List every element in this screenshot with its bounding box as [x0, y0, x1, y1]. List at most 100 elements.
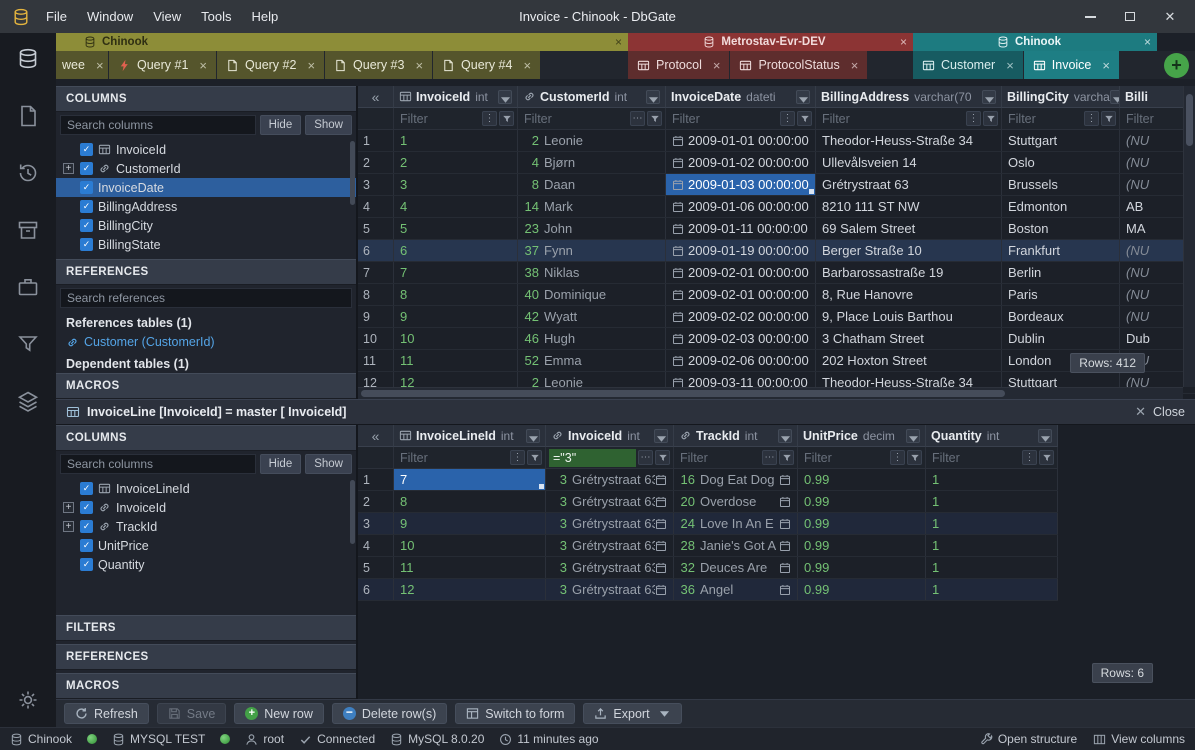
search-columns-input[interactable]: Search columns [60, 454, 256, 474]
grid-row[interactable]: 112Leonie2009-01-01 00:00:00Theodor-Heus… [358, 130, 1195, 152]
column-header-InvoiceLineId[interactable]: InvoiceLineIdint [394, 425, 546, 447]
tab-invoice[interactable]: Invoice× [1024, 51, 1119, 79]
close-icon[interactable]: × [1102, 58, 1110, 73]
grid-row[interactable]: 101046Hugh2009-02-03 00:00:003 Chatham S… [358, 328, 1195, 350]
grid-cell[interactable]: 3Grétrystraat 63 [546, 579, 674, 600]
grid-cell[interactable]: Paris [1002, 284, 1120, 305]
column-tree-item-BillingState[interactable]: ✓BillingState [56, 235, 356, 254]
panel-scrollbar[interactable] [350, 480, 355, 544]
filter-menu-button[interactable]: ⋮ [780, 111, 795, 126]
grid-cell[interactable]: Frankfurt [1002, 240, 1120, 261]
references-section-header[interactable]: REFERENCES [56, 644, 356, 670]
filter-funnel-button[interactable] [797, 111, 812, 126]
grid-cell[interactable]: 8Daan [518, 174, 666, 195]
column-checkbox[interactable]: ✓ [80, 200, 93, 213]
column-menu-button[interactable] [1110, 90, 1120, 104]
tab-group-chinook-2[interactable]: Chinook × [913, 33, 1157, 51]
filter-funnel-button[interactable] [647, 111, 662, 126]
close-icon[interactable]: × [523, 58, 531, 73]
grid-cell[interactable]: Berlin [1002, 262, 1120, 283]
grid-cell[interactable]: Bordeaux [1002, 306, 1120, 327]
expand-toggle[interactable]: + [63, 502, 74, 513]
grid-cell[interactable]: 0.99 [798, 469, 926, 490]
filter-menu-button[interactable]: ⋯ [638, 450, 653, 465]
filter-funnel-button[interactable] [527, 450, 542, 465]
filter-funnel-button[interactable] [655, 450, 670, 465]
grid-cell[interactable]: 36Angel [674, 579, 798, 600]
files-icon[interactable] [15, 103, 41, 129]
column-tree-item-InvoiceDate[interactable]: ✓InvoiceDate [56, 178, 356, 197]
tab-protocolstatus[interactable]: ProtocolStatus× [730, 51, 867, 79]
close-detail-button[interactable]: ✕ Close [1135, 404, 1185, 420]
grid-cell[interactable]: 2009-02-02 00:00:00 [666, 306, 816, 327]
grid-cell[interactable]: 37Fynn [518, 240, 666, 261]
column-menu-button[interactable] [982, 90, 996, 104]
close-icon[interactable]: × [900, 35, 907, 49]
grid-row[interactable]: 5523John2009-01-11 00:00:0069 Salem Stre… [358, 218, 1195, 240]
vertical-scrollbar[interactable] [1183, 86, 1195, 387]
column-checkbox[interactable]: ✓ [80, 219, 93, 232]
grid-row[interactable]: 283Grétrystraat 6320Overdose0.991 [358, 491, 1058, 513]
grid-row[interactable]: 224Bjørn2009-01-02 00:00:00Ullevålsveien… [358, 152, 1195, 174]
hide-button[interactable]: Hide [260, 115, 302, 135]
grid-cell[interactable]: 14Mark [518, 196, 666, 217]
grid-cell[interactable]: 32Deuces Are [674, 557, 798, 578]
column-checkbox[interactable]: ✓ [80, 238, 93, 251]
grid-cell[interactable]: Boston [1002, 218, 1120, 239]
grid-cell[interactable]: 1 [926, 535, 1058, 556]
grid-cell[interactable]: 2009-01-03 00:00:00 [666, 174, 816, 195]
row-number[interactable]: 4 [358, 196, 394, 217]
filter-funnel-button[interactable] [779, 450, 794, 465]
close-icon[interactable]: × [713, 58, 721, 73]
maximize-button[interactable] [1113, 5, 1147, 29]
row-number[interactable]: 6 [358, 240, 394, 261]
grid-cell[interactable]: 20Overdose [674, 491, 798, 512]
grid-cell[interactable]: 2009-01-01 00:00:00 [666, 130, 816, 151]
grid-cell[interactable]: 2009-01-11 00:00:00 [666, 218, 816, 239]
grid-row[interactable]: 4414Mark2009-01-06 00:00:008210 111 ST N… [358, 196, 1195, 218]
filter-funnel-button[interactable] [983, 111, 998, 126]
tab-protocol[interactable]: Protocol× [628, 51, 729, 79]
filter-funnel-button[interactable] [1101, 111, 1116, 126]
minimize-button[interactable] [1073, 5, 1107, 29]
filter-menu-button[interactable]: ⋯ [762, 450, 777, 465]
grid-row[interactable]: 4103Grétrystraat 6328Janie's Got A0.991 [358, 535, 1058, 557]
grid-cell[interactable]: 11 [394, 350, 518, 371]
grid-cell[interactable]: Grétrystraat 63 [816, 174, 1002, 195]
grid-cell[interactable]: 10 [394, 535, 546, 556]
grid-cell[interactable]: 0.99 [798, 579, 926, 600]
grid-cell[interactable]: Stuttgart [1002, 130, 1120, 151]
grid-cell[interactable]: 40Dominique [518, 284, 666, 305]
filter-cell-InvoiceDate[interactable]: Filter⋮ [666, 108, 816, 130]
briefcase-icon[interactable] [15, 274, 41, 300]
filter-cell-Quantity[interactable]: Filter⋮ [926, 447, 1058, 469]
column-tree-item-InvoiceId[interactable]: ✓InvoiceId [56, 140, 356, 159]
grid-cell[interactable]: 2Leonie [518, 130, 666, 151]
grid-cell[interactable]: 1 [926, 491, 1058, 512]
row-number[interactable]: 11 [358, 350, 394, 371]
close-icon[interactable]: × [851, 58, 859, 73]
tab-query-3[interactable]: Query #3× [325, 51, 432, 79]
column-header-Quantity[interactable]: Quantityint [926, 425, 1058, 447]
close-icon[interactable]: × [615, 35, 622, 49]
database-icon[interactable] [15, 46, 41, 72]
grid-row[interactable]: 173Grétrystraat 6316Dog Eat Dog0.991 [358, 469, 1058, 491]
row-number[interactable]: 10 [358, 328, 394, 349]
row-number[interactable]: 1 [358, 130, 394, 151]
grid-cell[interactable]: 2009-02-03 00:00:00 [666, 328, 816, 349]
filter-cell-TrackId[interactable]: Filter⋯ [674, 447, 798, 469]
grid-cell[interactable]: 0.99 [798, 535, 926, 556]
grid-row[interactable]: 9942Wyatt2009-02-02 00:00:009, Place Lou… [358, 306, 1195, 328]
filters-section-header[interactable]: FILTERS [56, 615, 356, 641]
column-checkbox[interactable]: ✓ [80, 539, 93, 552]
row-number[interactable]: 5 [358, 557, 394, 578]
grid-cell[interactable]: 12 [394, 579, 546, 600]
selection-handle[interactable] [809, 189, 814, 194]
close-icon[interactable]: × [1144, 35, 1151, 49]
column-menu-button[interactable] [526, 429, 540, 443]
grid-cell[interactable]: 8210 111 ST NW [816, 196, 1002, 217]
grid-cell[interactable]: 52Emma [518, 350, 666, 371]
grid-cell[interactable]: 2 [394, 152, 518, 173]
column-header-InvoiceId[interactable]: InvoiceIdint [546, 425, 674, 447]
show-button[interactable]: Show [305, 115, 352, 135]
